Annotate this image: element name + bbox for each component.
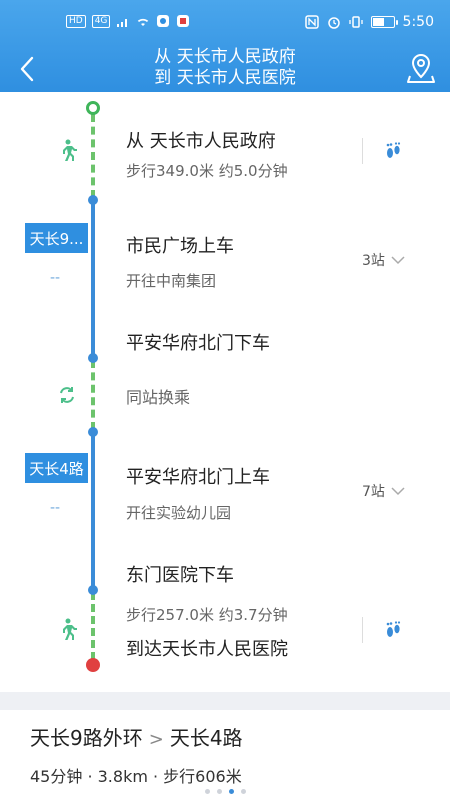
transfer-icon bbox=[56, 383, 78, 407]
vibrate-icon bbox=[348, 16, 363, 28]
walk-line-transfer bbox=[91, 360, 95, 430]
alight-stop-1: 平安华府北门下车 bbox=[126, 333, 270, 354]
bus-detail-placeholder-2: -- bbox=[50, 500, 61, 516]
alarm-icon bbox=[327, 17, 340, 29]
transfer-label: 同站换乘 bbox=[126, 388, 191, 407]
walk-navigation-button-start[interactable] bbox=[362, 138, 422, 164]
bus-line-tag-1[interactable]: 天长9... bbox=[25, 223, 88, 253]
bus-detail-placeholder-1: -- bbox=[50, 270, 61, 286]
page-dot bbox=[228, 789, 234, 794]
start-walk-info: 步行349.0米 约5.0分钟 bbox=[126, 162, 288, 180]
route-summary-title: 天长9路外环 > 天长4路 bbox=[30, 722, 243, 751]
status-left: HD 4G bbox=[66, 14, 190, 28]
page-title: 从 天长市人民政府 到 天长市人民医院 bbox=[90, 47, 360, 89]
bus-direction-2: 开往实验幼儿园 bbox=[126, 504, 232, 522]
map-button[interactable] bbox=[404, 50, 438, 86]
bus-direction-1: 开往中南集团 bbox=[126, 272, 217, 290]
bus-line-2 bbox=[91, 432, 95, 590]
hd-badge: HD bbox=[66, 14, 86, 28]
board-stop-2: 平安华府北门上车 bbox=[126, 467, 270, 488]
battery-icon bbox=[370, 16, 398, 28]
network-badge: 4G bbox=[91, 14, 111, 28]
start-node bbox=[86, 101, 100, 115]
nfc-icon bbox=[304, 15, 319, 29]
status-right: 5:50 bbox=[304, 14, 434, 30]
title-from: 从 天长市人民政府 bbox=[154, 47, 296, 67]
board-node-2 bbox=[88, 427, 98, 437]
walk-line-start bbox=[91, 114, 95, 198]
chevron-down-icon bbox=[391, 486, 405, 495]
status-bar: HD 4G 5:50 bbox=[0, 0, 450, 46]
footprint-icon bbox=[386, 621, 400, 637]
chevron-left-icon bbox=[20, 56, 34, 82]
footprint-icon bbox=[386, 142, 400, 158]
walking-person-icon bbox=[56, 618, 78, 642]
summary-line-1: 天长9路外环 bbox=[30, 726, 143, 750]
alight-node-1 bbox=[88, 353, 98, 363]
alight-stop-2: 东门医院下车 bbox=[126, 565, 234, 586]
board-node-1 bbox=[88, 195, 98, 205]
message-notification-icon bbox=[177, 15, 190, 27]
route-timeline: 从 天长市人民政府 步行349.0米 约5.0分钟 天长9... -- 市民广场… bbox=[0, 92, 450, 692]
page-dot bbox=[240, 789, 246, 794]
panel-divider bbox=[0, 692, 450, 710]
bus-line-1 bbox=[91, 200, 95, 358]
page-indicator bbox=[0, 789, 450, 794]
stops-toggle-1[interactable]: 3站 bbox=[362, 250, 405, 270]
clock: 5:50 bbox=[402, 14, 434, 30]
stop-count-1: 3站 bbox=[362, 253, 385, 269]
alight-node-2 bbox=[88, 585, 98, 595]
end-title: 到达天长市人民医院 bbox=[126, 639, 288, 660]
summary-line-2: 天长4路 bbox=[169, 726, 243, 750]
summary-arrow: > bbox=[148, 729, 164, 750]
end-walk-info: 步行257.0米 约3.7分钟 bbox=[126, 606, 288, 624]
app-notification-icon bbox=[157, 15, 170, 27]
walk-line-end bbox=[91, 592, 95, 660]
chevron-down-icon bbox=[391, 255, 405, 264]
wifi-icon bbox=[138, 18, 149, 26]
page-dot bbox=[204, 789, 210, 794]
route-summary-info: 45分钟 · 3.8km · 步行606米 bbox=[30, 767, 242, 786]
stop-count-2: 7站 bbox=[362, 484, 385, 500]
end-node bbox=[86, 658, 100, 672]
walk-navigation-button-end[interactable] bbox=[362, 617, 422, 643]
title-to: 到 天长市人民医院 bbox=[154, 68, 296, 88]
walking-person-icon bbox=[56, 139, 78, 163]
stops-toggle-2[interactable]: 7站 bbox=[362, 481, 405, 501]
bus-line-tag-2[interactable]: 天长4路 bbox=[25, 453, 88, 483]
start-title: 从 天长市人民政府 bbox=[126, 131, 276, 152]
board-stop-1: 市民广场上车 bbox=[126, 236, 234, 257]
route-summary-panel[interactable]: 天长9路外环 > 天长4路 45分钟 · 3.8km · 步行606米 bbox=[0, 710, 450, 800]
page-dot bbox=[216, 789, 222, 794]
back-button[interactable] bbox=[12, 52, 42, 86]
signal-icon bbox=[117, 19, 128, 27]
map-pin-icon bbox=[407, 53, 435, 83]
top-bar: HD 4G 5:50 从 天长市人民政府 到 天长市人民医院 bbox=[0, 0, 450, 92]
header: 从 天长市人民政府 到 天长市人民医院 bbox=[0, 46, 450, 92]
